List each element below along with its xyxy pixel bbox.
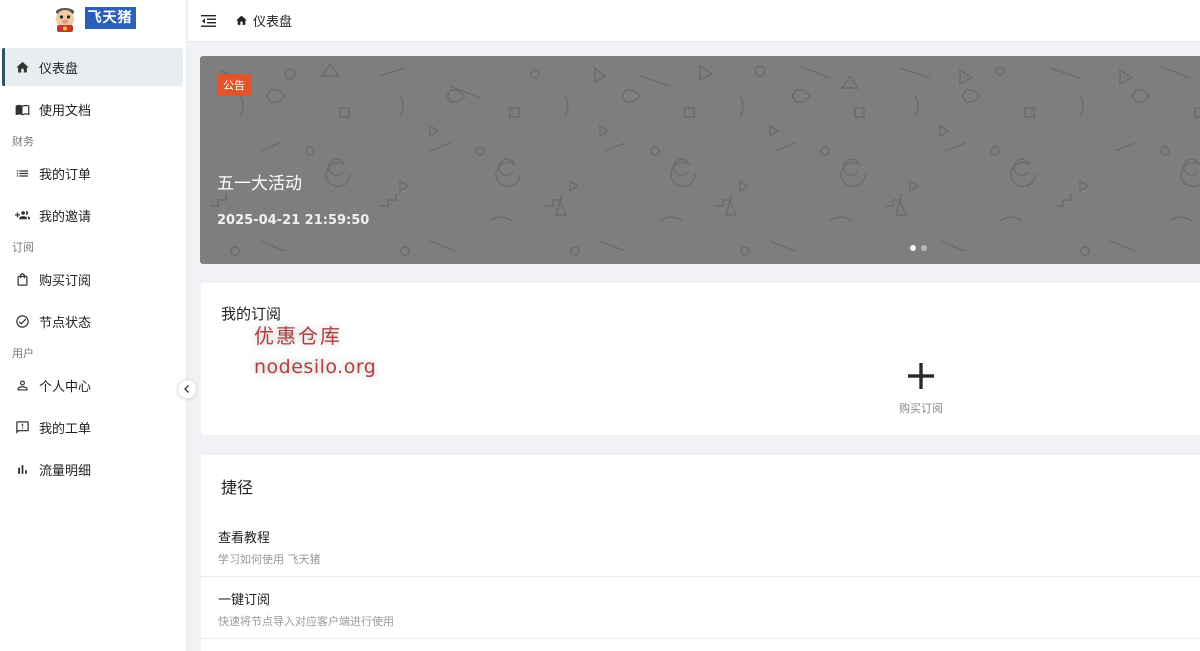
shortcuts-title: 捷径 xyxy=(221,478,254,497)
list-icon xyxy=(14,165,30,181)
shortcut-title: 一键订阅 xyxy=(218,593,271,608)
sidebar-collapse-button[interactable] xyxy=(177,379,197,399)
sidebar-item-invites[interactable]: 我的邀请 xyxy=(2,196,183,234)
breadcrumb: 仪表盘 xyxy=(235,11,292,30)
sidebar: 飞天猪 仪表盘 使用文档 财务 我的订单 我的邀请 订阅 购买订阅 节点状态 用… xyxy=(0,0,187,651)
shortcut-desc: 快速将节点导入对应客户端进行使用 xyxy=(218,615,394,628)
section-user: 用户 xyxy=(12,347,34,360)
sidebar-item-node-status[interactable]: 节点状态 xyxy=(2,302,183,340)
my-subscription-card: 我的订阅 优惠仓库 nodesilo.org 购买订阅 xyxy=(201,283,1200,435)
shortcut-title: 查看教程 xyxy=(218,531,271,546)
bar-chart-icon xyxy=(14,461,30,477)
banner-pattern xyxy=(210,62,1200,256)
sidebar-item-profile[interactable]: 个人中心 xyxy=(2,366,183,404)
plus-icon xyxy=(908,363,934,389)
section-finance: 财务 xyxy=(12,135,34,148)
watermark: 优惠仓库 nodesilo.org xyxy=(254,321,376,383)
watermark-line1: 优惠仓库 xyxy=(254,324,342,348)
section-subscription: 订阅 xyxy=(12,241,34,254)
sidebar-nav: 仪表盘 使用文档 财务 我的订单 我的邀请 订阅 购买订阅 节点状态 用户 个人… xyxy=(0,48,187,492)
sidebar-item-tickets[interactable]: 我的工单 xyxy=(2,408,183,446)
breadcrumb-current: 仪表盘 xyxy=(253,15,293,30)
sidebar-item-buy-subscription[interactable]: 购买订阅 xyxy=(2,260,183,298)
carousel-dot-2[interactable] xyxy=(921,245,927,251)
menu-fold-icon xyxy=(201,14,216,27)
announcement-banner[interactable]: 公告 五一大活动 2025-04-21 21:59:50 xyxy=(200,56,1200,264)
sidebar-item-label: 购买订阅 xyxy=(39,273,92,289)
shortcuts-card: 捷径 查看教程 学习如何使用 飞天猪 一键订阅 快速将节点导入对应客户端进行使用 xyxy=(201,455,1200,651)
book-icon xyxy=(14,101,30,117)
watermark-line2: nodesilo.org xyxy=(254,356,377,378)
pig-mascot-icon xyxy=(55,8,74,32)
sidebar-item-orders[interactable]: 我的订单 xyxy=(2,154,183,192)
chevron-left-icon xyxy=(184,385,189,393)
ticket-icon xyxy=(14,419,30,435)
shortcut-tutorial[interactable]: 查看教程 学习如何使用 飞天猪 xyxy=(201,515,1200,577)
user-icon xyxy=(14,377,30,393)
shortcut-one-click-subscribe[interactable]: 一键订阅 快速将节点导入对应客户端进行使用 xyxy=(201,577,1200,639)
sidebar-item-label: 我的工单 xyxy=(39,421,92,437)
sidebar-item-label: 我的邀请 xyxy=(39,209,92,225)
announcement-badge: 公告 xyxy=(217,74,251,96)
buy-subscription-button[interactable]: 购买订阅 xyxy=(891,361,951,416)
people-add-icon xyxy=(14,207,30,223)
logo-text: 飞天猪 xyxy=(84,7,136,29)
sidebar-item-label: 使用文档 xyxy=(39,103,92,119)
home-icon xyxy=(236,15,247,25)
sidebar-item-label: 仪表盘 xyxy=(39,61,79,77)
top-header: 仪表盘 xyxy=(188,0,1200,42)
home-icon xyxy=(14,59,30,75)
carousel-dot-1[interactable] xyxy=(910,245,916,251)
sidebar-item-docs[interactable]: 使用文档 xyxy=(2,90,183,128)
menu-toggle-button[interactable] xyxy=(201,13,217,29)
sidebar-item-label: 个人中心 xyxy=(39,379,92,395)
sidebar-item-traffic[interactable]: 流量明细 xyxy=(2,450,183,488)
sidebar-item-dashboard[interactable]: 仪表盘 xyxy=(2,48,183,86)
announcement-title: 五一大活动 xyxy=(217,174,302,194)
sidebar-item-label: 节点状态 xyxy=(39,315,92,331)
sidebar-item-label: 流量明细 xyxy=(39,463,92,479)
logo[interactable]: 飞天猪 xyxy=(0,1,186,35)
announcement-date: 2025-04-21 21:59:50 xyxy=(217,213,370,228)
shortcut-desc: 学习如何使用 飞天猪 xyxy=(218,553,321,566)
check-circle-icon xyxy=(14,313,30,329)
carousel-dots xyxy=(910,245,927,251)
shopping-bag-icon xyxy=(14,271,30,287)
sidebar-item-label: 我的订单 xyxy=(39,167,92,183)
buy-subscription-label: 购买订阅 xyxy=(899,402,943,415)
